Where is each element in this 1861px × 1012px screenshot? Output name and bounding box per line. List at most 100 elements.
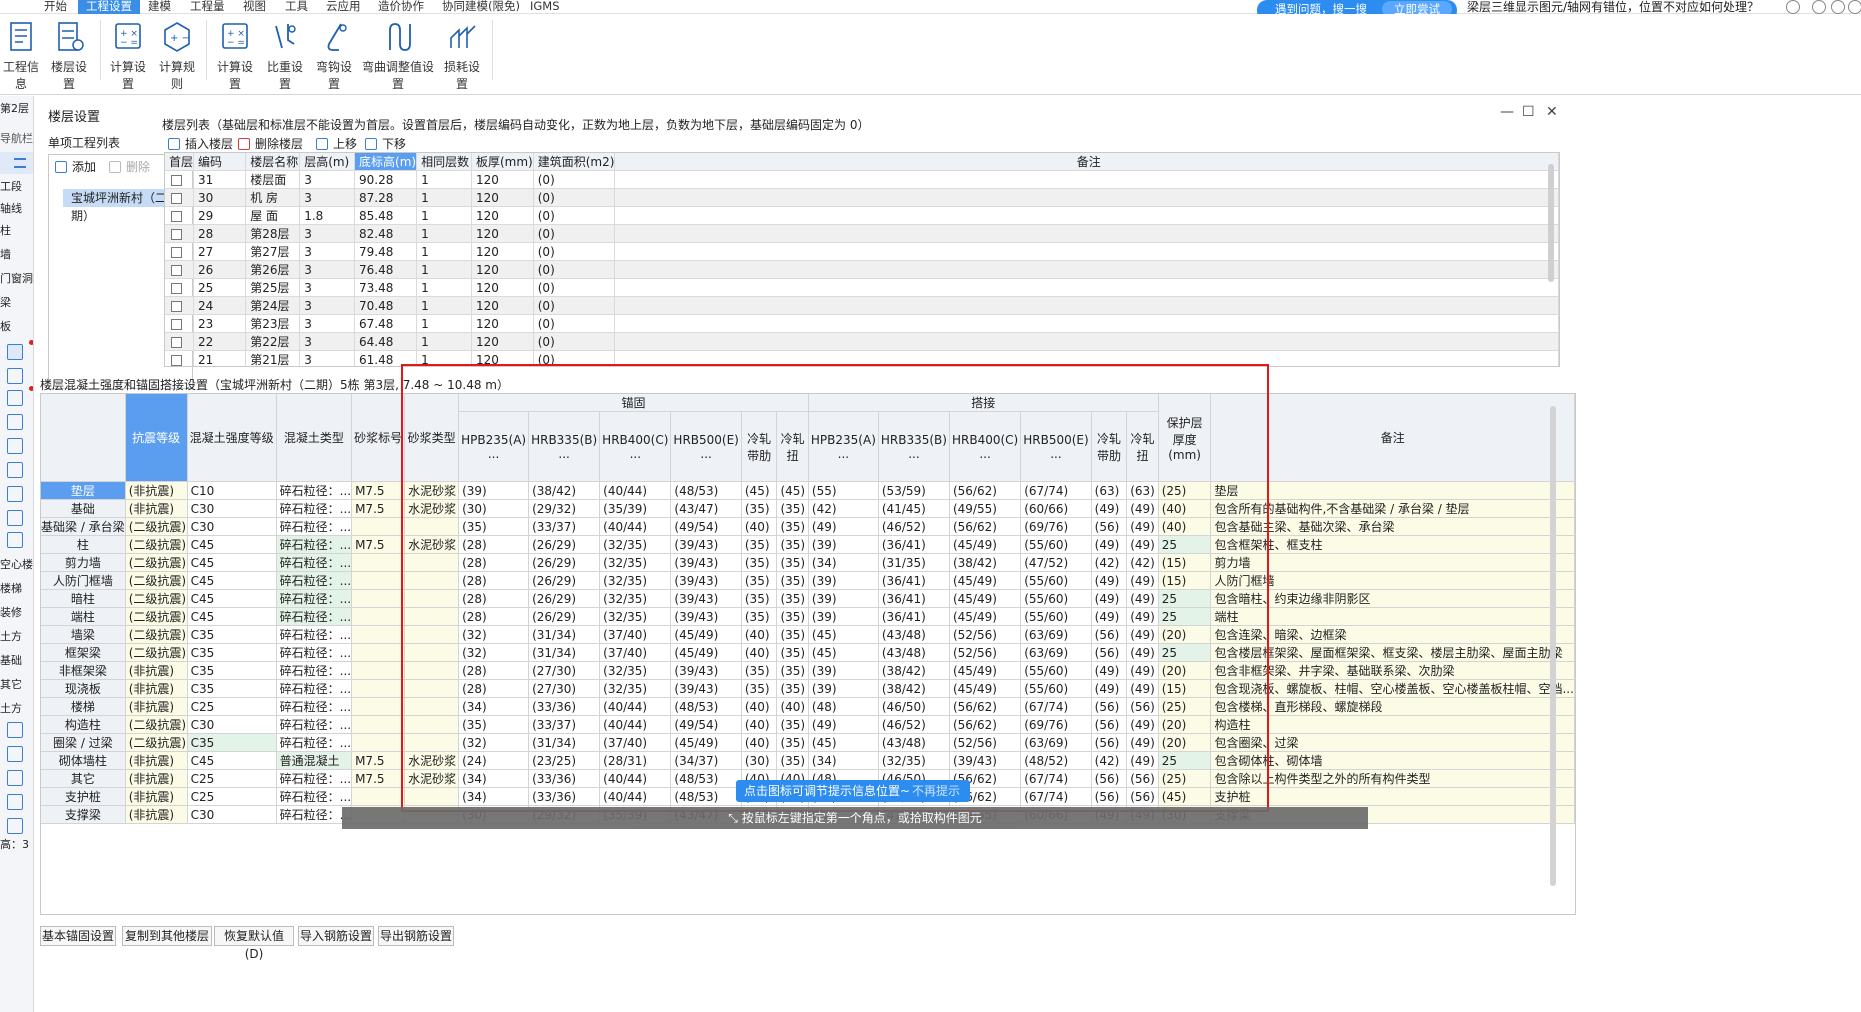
component-type-label[interactable]: 其它 xyxy=(41,769,126,788)
menu-start[interactable]: 开始 xyxy=(36,0,75,14)
concrete-cell[interactable] xyxy=(351,643,406,662)
floor-remark-cell[interactable] xyxy=(614,242,1559,261)
floor-remark-cell[interactable] xyxy=(614,206,1559,225)
concrete-cell[interactable]: 碎石粒径：... xyxy=(276,643,353,662)
component-type-label[interactable]: 框架梁 xyxy=(41,643,126,662)
concrete-cell[interactable]: 碎石粒径：... xyxy=(276,697,353,716)
floor-column-header[interactable]: 首层 xyxy=(165,153,195,171)
concrete-cell[interactable]: (非抗震) xyxy=(125,481,188,500)
tool-icon[interactable] xyxy=(7,818,23,834)
nav-item[interactable]: 板 xyxy=(0,316,33,338)
floor-cell[interactable]: 30 xyxy=(193,188,247,207)
floor-cell[interactable]: 1 xyxy=(416,260,472,279)
first-floor-cell[interactable] xyxy=(165,260,195,279)
concrete-cell[interactable]: M7.5 xyxy=(351,751,406,770)
concrete-cell[interactable]: (非抗震) xyxy=(125,499,188,518)
floor-cell[interactable]: 31 xyxy=(193,170,247,189)
concrete-cell[interactable]: C35 xyxy=(187,643,277,662)
component-type-label[interactable]: 现浇板 xyxy=(41,679,126,698)
tool-icon[interactable] xyxy=(7,770,23,786)
hook-settings-button[interactable]: 弯钩设置 xyxy=(311,20,357,92)
component-type-label[interactable]: 构造柱 xyxy=(41,715,126,734)
concrete-cell[interactable]: C45 xyxy=(187,535,277,554)
floor-row[interactable]: 26 第26层 3 76.48 1 120 (0) xyxy=(165,260,1559,279)
floor-cell[interactable]: 楼层面 xyxy=(245,170,301,189)
component-type-label[interactable]: 人防门框墙 xyxy=(41,571,126,590)
floor-row[interactable]: 30 机 房 3 87.28 1 120 (0) xyxy=(165,188,1559,207)
first-floor-checkbox[interactable] xyxy=(171,336,182,348)
restore-default-button[interactable]: 恢复默认值(D) xyxy=(214,926,294,961)
nav-item[interactable]: 土方 xyxy=(0,698,33,720)
search-icon[interactable] xyxy=(1786,0,1800,14)
concrete-cell[interactable]: (非抗震) xyxy=(125,769,188,788)
add-project-button[interactable]: 添加 xyxy=(55,158,96,176)
concrete-cell[interactable]: M7.5 xyxy=(351,499,406,518)
concrete-cell[interactable]: C45 xyxy=(187,751,277,770)
floor-cell[interactable]: 1 xyxy=(416,224,472,243)
component-type-label[interactable]: 剪力墙 xyxy=(41,553,126,572)
floor-column-header[interactable]: 层高(m) xyxy=(299,153,356,171)
floor-cell[interactable]: 120 xyxy=(471,206,534,225)
concrete-cell[interactable]: C35 xyxy=(187,679,277,698)
floor-cell[interactable]: 90.28 xyxy=(354,170,418,189)
nav-item[interactable]: 轴线 xyxy=(0,198,33,220)
nav-item[interactable]: 墙 xyxy=(0,244,33,266)
project-info-button[interactable]: 工程信息 xyxy=(0,20,42,92)
concrete-cell[interactable]: (非抗震) xyxy=(125,661,188,680)
floor-cell[interactable]: (0) xyxy=(533,242,616,261)
floor-cell[interactable]: 73.48 xyxy=(354,278,418,297)
floor-cell[interactable]: 120 xyxy=(471,224,534,243)
grid-icon[interactable] xyxy=(7,510,23,526)
floor-cell[interactable]: 屋 面 xyxy=(245,206,301,225)
floor-cell[interactable]: 76.48 xyxy=(354,260,418,279)
concrete-cell[interactable]: C35 xyxy=(187,661,277,680)
nav-toggle[interactable] xyxy=(0,152,33,174)
floor-cell[interactable]: 87.28 xyxy=(354,188,418,207)
concrete-cell[interactable]: 碎石粒径：... xyxy=(276,589,353,608)
concrete-cell[interactable] xyxy=(351,787,406,806)
chat-icon[interactable] xyxy=(1831,0,1845,14)
floor-cell[interactable]: 1 xyxy=(416,242,472,261)
floor-cell[interactable]: 第25层 xyxy=(245,278,301,297)
concrete-cell[interactable]: 碎石粒径：... xyxy=(276,499,353,518)
concrete-cell[interactable]: C45 xyxy=(187,607,277,626)
floor-remark-cell[interactable] xyxy=(614,260,1559,279)
concrete-cell[interactable]: 碎石粒径：... xyxy=(276,535,353,554)
first-floor-checkbox[interactable] xyxy=(171,282,182,294)
concrete-cell[interactable] xyxy=(351,553,406,572)
floor-cell[interactable]: 28 xyxy=(193,224,247,243)
menu-collab-modeling[interactable]: 协同建模(限免) xyxy=(434,0,528,14)
floor-cell[interactable]: 1 xyxy=(416,206,472,225)
floor-cell[interactable]: 120 xyxy=(471,296,534,315)
first-floor-checkbox[interactable] xyxy=(171,192,182,204)
concrete-cell[interactable]: (二级抗震) xyxy=(125,643,188,662)
floor-cell[interactable]: 120 xyxy=(471,242,534,261)
floor-cell[interactable]: 第27层 xyxy=(245,242,301,261)
floor-column-header[interactable]: 编码 xyxy=(193,153,247,171)
tool-icon[interactable] xyxy=(7,746,23,762)
corner-header[interactable] xyxy=(41,394,126,482)
concrete-cell[interactable]: (二级抗震) xyxy=(125,715,188,734)
floor-cell[interactable]: 3 xyxy=(299,278,356,297)
concrete-cell[interactable]: C45 xyxy=(187,589,277,608)
concrete-cell[interactable]: (非抗震) xyxy=(125,751,188,770)
nav-item[interactable]: 楼梯 xyxy=(0,578,33,600)
concrete-cell[interactable]: C30 xyxy=(187,715,277,734)
floor-cell[interactable]: 3 xyxy=(299,350,356,366)
help-question-text[interactable]: 梁层三维显示图元/轴网有错位，位置不对应如何处理？ xyxy=(1467,0,1759,14)
concrete-cell[interactable]: 碎石粒径：... xyxy=(276,787,353,806)
concrete-cell[interactable]: (二级抗震) xyxy=(125,535,188,554)
component-type-label[interactable]: 墙梁 xyxy=(41,625,126,644)
opening-icon[interactable] xyxy=(7,462,23,478)
concrete-cell[interactable]: C30 xyxy=(187,517,277,536)
floor-cell[interactable]: 29 xyxy=(193,206,247,225)
floor-cell[interactable]: (0) xyxy=(533,260,616,279)
concrete-cell[interactable]: 碎石粒径：... xyxy=(276,769,353,788)
floor-cell[interactable]: 1 xyxy=(416,170,472,189)
tool-icon[interactable] xyxy=(7,794,23,810)
first-floor-checkbox[interactable] xyxy=(171,264,182,276)
export-rebar-button[interactable]: 导出钢筋设置 xyxy=(378,926,454,946)
first-floor-cell[interactable] xyxy=(165,332,195,351)
vertical-scrollbar[interactable] xyxy=(1550,406,1556,886)
floor-row[interactable]: 29 屋 面 1.8 85.48 1 120 (0) xyxy=(165,206,1559,225)
